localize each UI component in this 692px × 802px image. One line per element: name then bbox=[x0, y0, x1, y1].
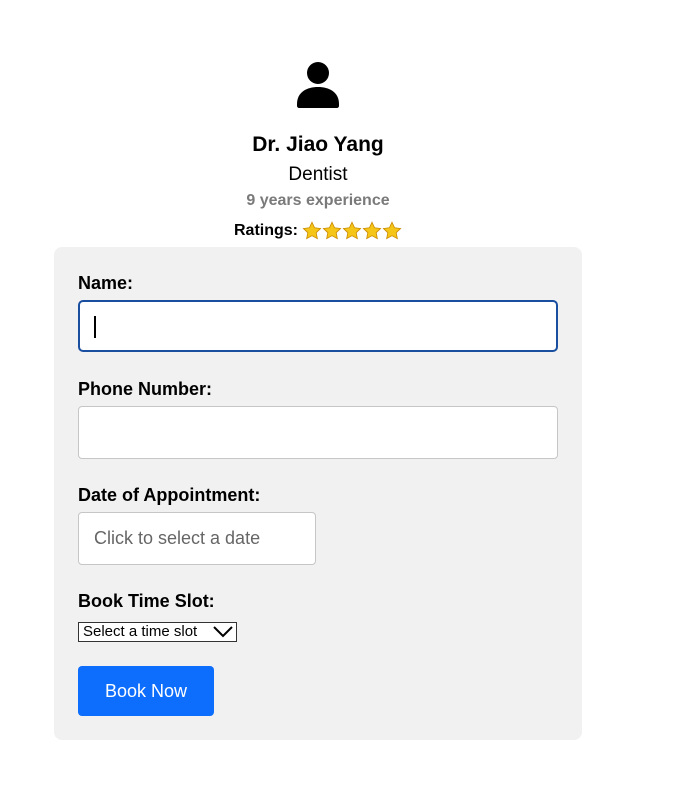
date-placeholder: Click to select a date bbox=[94, 528, 261, 548]
doctor-name: Dr. Jiao Yang bbox=[252, 133, 384, 156]
ratings-label: Ratings: bbox=[234, 222, 298, 239]
star-icon bbox=[302, 221, 322, 241]
date-label: Date of Appointment: bbox=[78, 485, 261, 505]
star-icon bbox=[382, 221, 402, 241]
timeslot-label: Book Time Slot: bbox=[78, 591, 215, 611]
text-caret bbox=[94, 316, 96, 338]
phone-input[interactable] bbox=[78, 406, 558, 459]
phone-label: Phone Number: bbox=[78, 379, 213, 399]
doctor-profile: Dr. Jiao Yang Dentist 9 years experience… bbox=[54, 60, 582, 242]
date-input[interactable]: Click to select a date bbox=[78, 512, 316, 565]
star-icon bbox=[342, 221, 362, 241]
timeslot-select[interactable]: Select a time slot bbox=[78, 622, 237, 642]
ratings: Ratings: bbox=[54, 220, 582, 242]
star-icon bbox=[362, 221, 382, 241]
doctor-specialty: Dentist bbox=[288, 164, 348, 185]
book-now-button[interactable]: Book Now bbox=[78, 666, 214, 716]
timeslot-selected: Select a time slot bbox=[83, 623, 198, 640]
star-icon bbox=[322, 221, 342, 241]
booking-page: Dr. Jiao Yang Dentist 9 years experience… bbox=[0, 0, 692, 802]
booking-form: Name: Phone Number: Date of Appointment:… bbox=[54, 247, 582, 740]
person-icon bbox=[295, 60, 341, 108]
doctor-experience: 9 years experience bbox=[246, 192, 390, 209]
rating-stars bbox=[302, 221, 402, 241]
name-label: Name: bbox=[78, 273, 134, 293]
chevron-down-icon bbox=[212, 625, 234, 639]
name-input[interactable] bbox=[78, 300, 558, 352]
